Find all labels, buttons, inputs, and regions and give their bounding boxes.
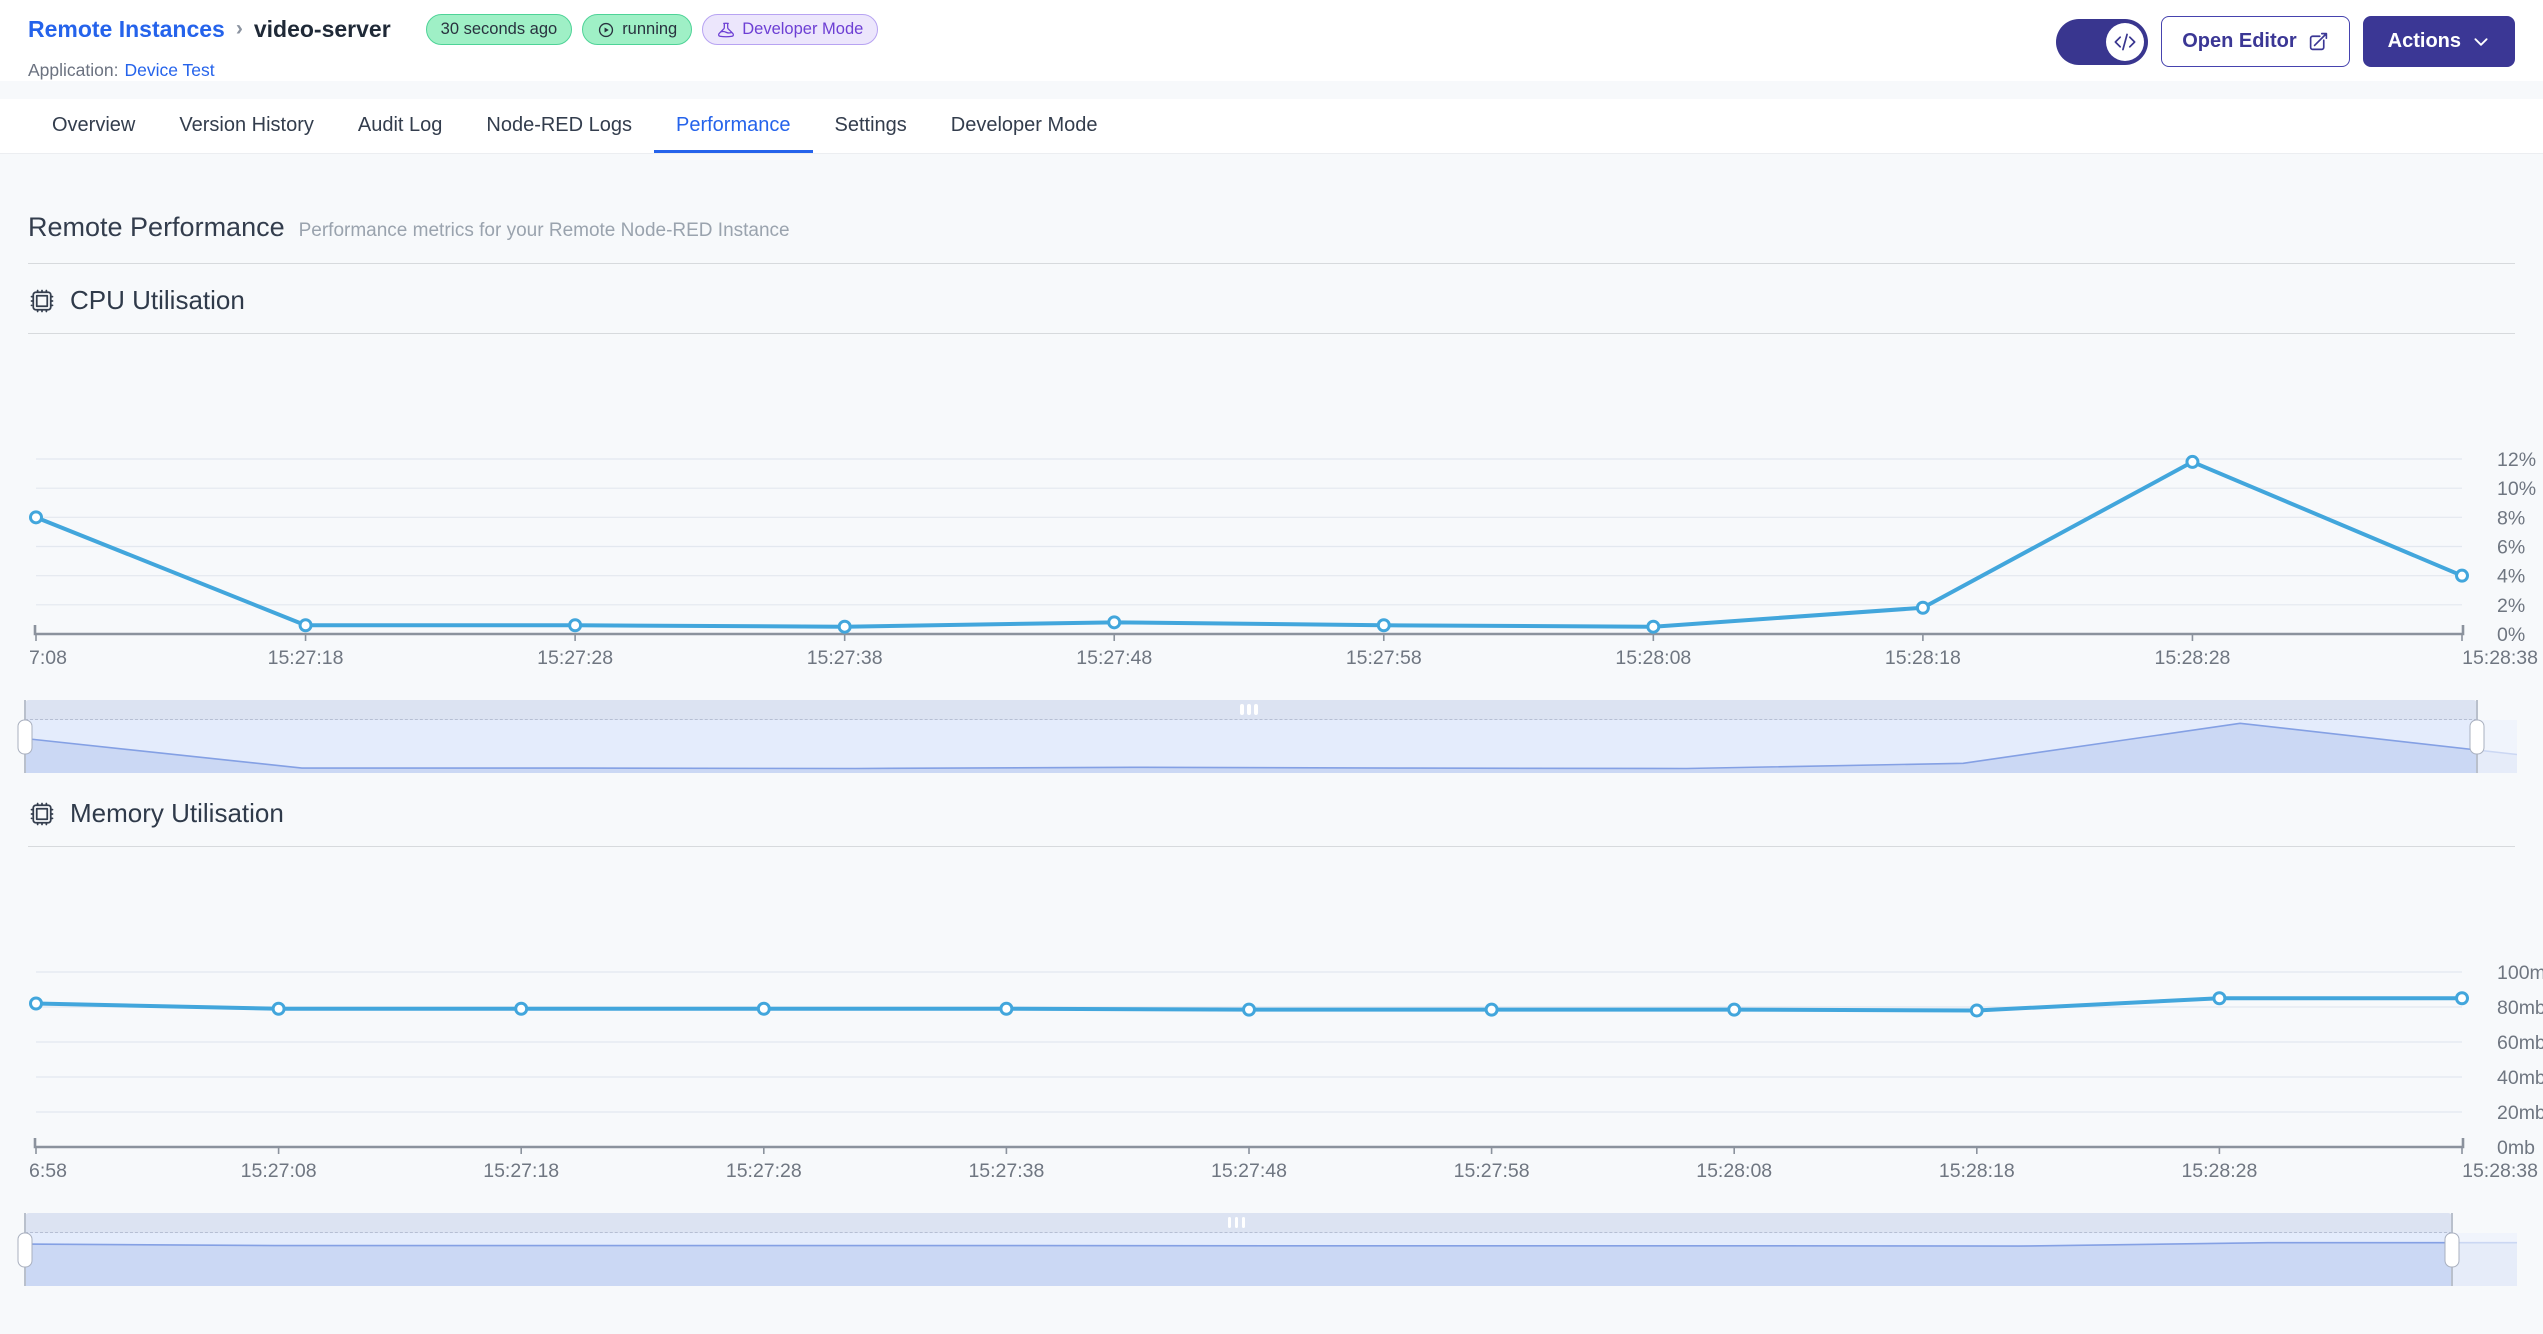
svg-text:15:27:18: 15:27:18: [268, 647, 344, 669]
svg-text:10%: 10%: [2497, 478, 2536, 500]
chart-canvas[interactable]: 6:58 15:27:08 15:27:18 15:27:28 15:27:38 15:2…: [28, 847, 2543, 1187]
svg-text:15:27:38: 15:27:38: [968, 1160, 1044, 1182]
svg-text:15:27:48: 15:27:48: [1211, 1160, 1287, 1182]
badge-label: Developer Mode: [742, 20, 864, 38]
svg-text:15:27:28: 15:27:28: [537, 647, 613, 669]
cpu-chip-icon: [28, 287, 56, 315]
developer-mode-toggle[interactable]: [2056, 18, 2149, 65]
svg-text:15:28:08: 15:28:08: [1615, 647, 1691, 669]
cpu-section-header: CPU Utilisation: [28, 264, 2515, 334]
svg-text:15:28:38: 15:28:38: [2462, 1160, 2538, 1182]
memory-section-header: Memory Utilisation: [28, 777, 2515, 847]
badge-status-running: running: [582, 14, 693, 45]
svg-text:80mb: 80mb: [2497, 997, 2543, 1019]
chevron-right-icon: ›: [235, 16, 243, 40]
svg-text:15:28:18: 15:28:18: [1885, 647, 1961, 669]
header-left: Remote Instances › video-server 30 secon…: [28, 14, 879, 81]
svg-text:15:27:38: 15:27:38: [807, 647, 883, 669]
external-link-icon: [2308, 31, 2329, 52]
application-row: Application: Device Test: [28, 60, 878, 81]
svg-text:15:27:28: 15:27:28: [726, 1160, 802, 1182]
svg-text:15:27:08: 15:27:08: [241, 1160, 317, 1182]
svg-text:0%: 0%: [2497, 624, 2525, 646]
memory-section: Memory Utilisation 6:58 15:27:08 15:27:18 1…: [17, 777, 2543, 1286]
svg-text:15:27:58: 15:27:58: [1454, 1160, 1530, 1182]
svg-text:20mb: 20mb: [2497, 1102, 2543, 1124]
svg-text:6:58: 6:58: [29, 1160, 67, 1182]
code-bracket-icon: [2106, 22, 2145, 61]
header: Remote Instances › video-server 30 secon…: [0, 0, 2543, 81]
breadcrumb: Remote Instances › video-server 30 secon…: [28, 14, 879, 45]
svg-text:6%: 6%: [2497, 537, 2525, 559]
tab-settings[interactable]: Settings: [813, 99, 929, 153]
badge-label: 30 seconds ago: [440, 20, 558, 38]
application-label: Application:: [28, 60, 119, 80]
zoom-slider-minichart: [25, 722, 2517, 773]
badge-last-seen: 30 seconds ago: [425, 14, 573, 45]
zoom-selected-region[interactable]: [25, 700, 2478, 720]
header-actions: Open Editor Actions: [2056, 14, 2515, 67]
zoom-selected-region[interactable]: [25, 1213, 2453, 1233]
svg-text:15:28:28: 15:28:28: [2154, 647, 2230, 669]
actions-button[interactable]: Actions: [2362, 16, 2515, 67]
zoom-slider-minichart: [25, 1241, 2517, 1286]
page-head: Remote Performance Performance metrics f…: [28, 154, 2515, 243]
status-badges: 30 seconds ago running Developer Mode: [425, 14, 879, 45]
zoom-drag-grip-icon[interactable]: [1240, 704, 1258, 715]
zoom-handle-right[interactable]: [2444, 1232, 2460, 1267]
svg-text:8%: 8%: [2497, 507, 2525, 529]
badge-developer-mode: Developer Mode: [702, 14, 879, 45]
zoom-unselected-region: [2452, 1233, 2517, 1286]
svg-text:0mb: 0mb: [2497, 1137, 2535, 1159]
svg-text:15:28:18: 15:28:18: [1939, 1160, 2015, 1182]
breadcrumb-remote-instances[interactable]: Remote Instances: [28, 16, 225, 43]
svg-text:15:27:18: 15:27:18: [483, 1160, 559, 1182]
open-editor-label: Open Editor: [2182, 30, 2297, 52]
zoom-drag-grip-icon[interactable]: [1227, 1217, 1246, 1228]
cpu-chart[interactable]: 7:08 15:27:18 15:27:28 15:27:38 15:27:48 15:2…: [28, 334, 2543, 674]
zoom-handle-left[interactable]: [17, 719, 33, 754]
beaker-icon: [717, 21, 735, 39]
application-link[interactable]: Device Test: [124, 60, 214, 80]
tab-node-red-logs[interactable]: Node-RED Logs: [464, 99, 654, 153]
badge-label: running: [622, 20, 678, 38]
tab-overview[interactable]: Overview: [30, 99, 157, 153]
cpu-section-title: CPU Utilisation: [70, 285, 245, 315]
svg-text:15:28:38: 15:28:38: [2462, 647, 2538, 669]
main-content: Remote Performance Performance metrics f…: [0, 154, 2543, 1330]
cpu-section: CPU Utilisation 7:08 15:27:18 15:27:28 15:2…: [17, 264, 2538, 773]
tab-performance[interactable]: Performance: [654, 99, 813, 153]
svg-text:12%: 12%: [2497, 449, 2536, 471]
open-editor-button[interactable]: Open Editor: [2161, 16, 2350, 67]
instance-title: video-server: [253, 16, 391, 42]
zoom-handle-left[interactable]: [17, 1232, 33, 1267]
svg-text:7:08: 7:08: [29, 647, 67, 669]
svg-text:40mb: 40mb: [2497, 1067, 2543, 1089]
play-circle-icon: [597, 21, 615, 39]
tab-audit-log[interactable]: Audit Log: [336, 99, 465, 153]
tab-developer-mode[interactable]: Developer Mode: [929, 99, 1120, 153]
svg-text:15:28:08: 15:28:08: [1696, 1160, 1772, 1182]
svg-text:4%: 4%: [2497, 566, 2525, 588]
memory-chart[interactable]: 6:58 15:27:08 15:27:18 15:27:28 15:27:38 15:2…: [28, 847, 2543, 1187]
zoom-handle-right[interactable]: [2469, 719, 2485, 754]
chevron-down-icon: [2472, 33, 2490, 51]
chart-canvas[interactable]: 7:08 15:27:18 15:27:28 15:27:38 15:27:48 15:2…: [28, 334, 2543, 674]
memory-section-title: Memory Utilisation: [70, 798, 284, 828]
svg-text:15:27:48: 15:27:48: [1076, 647, 1152, 669]
actions-label: Actions: [2387, 30, 2461, 52]
svg-text:15:27:58: 15:27:58: [1346, 647, 1422, 669]
svg-text:60mb: 60mb: [2497, 1032, 2543, 1054]
memory-zoom-slider[interactable]: [17, 1213, 2517, 1286]
page-subtitle: Performance metrics for your Remote Node…: [298, 220, 790, 241]
cpu-chip-icon: [28, 800, 56, 828]
svg-text:2%: 2%: [2497, 595, 2525, 617]
svg-text:100mb: 100mb: [2497, 962, 2543, 984]
tabs: Overview Version History Audit Log Node-RED…: [0, 99, 2543, 154]
cpu-zoom-slider[interactable]: [17, 700, 2517, 773]
svg-text:15:28:28: 15:28:28: [2181, 1160, 2257, 1182]
tab-version-history[interactable]: Version History: [157, 99, 336, 153]
page-title: Remote Performance: [28, 212, 285, 242]
